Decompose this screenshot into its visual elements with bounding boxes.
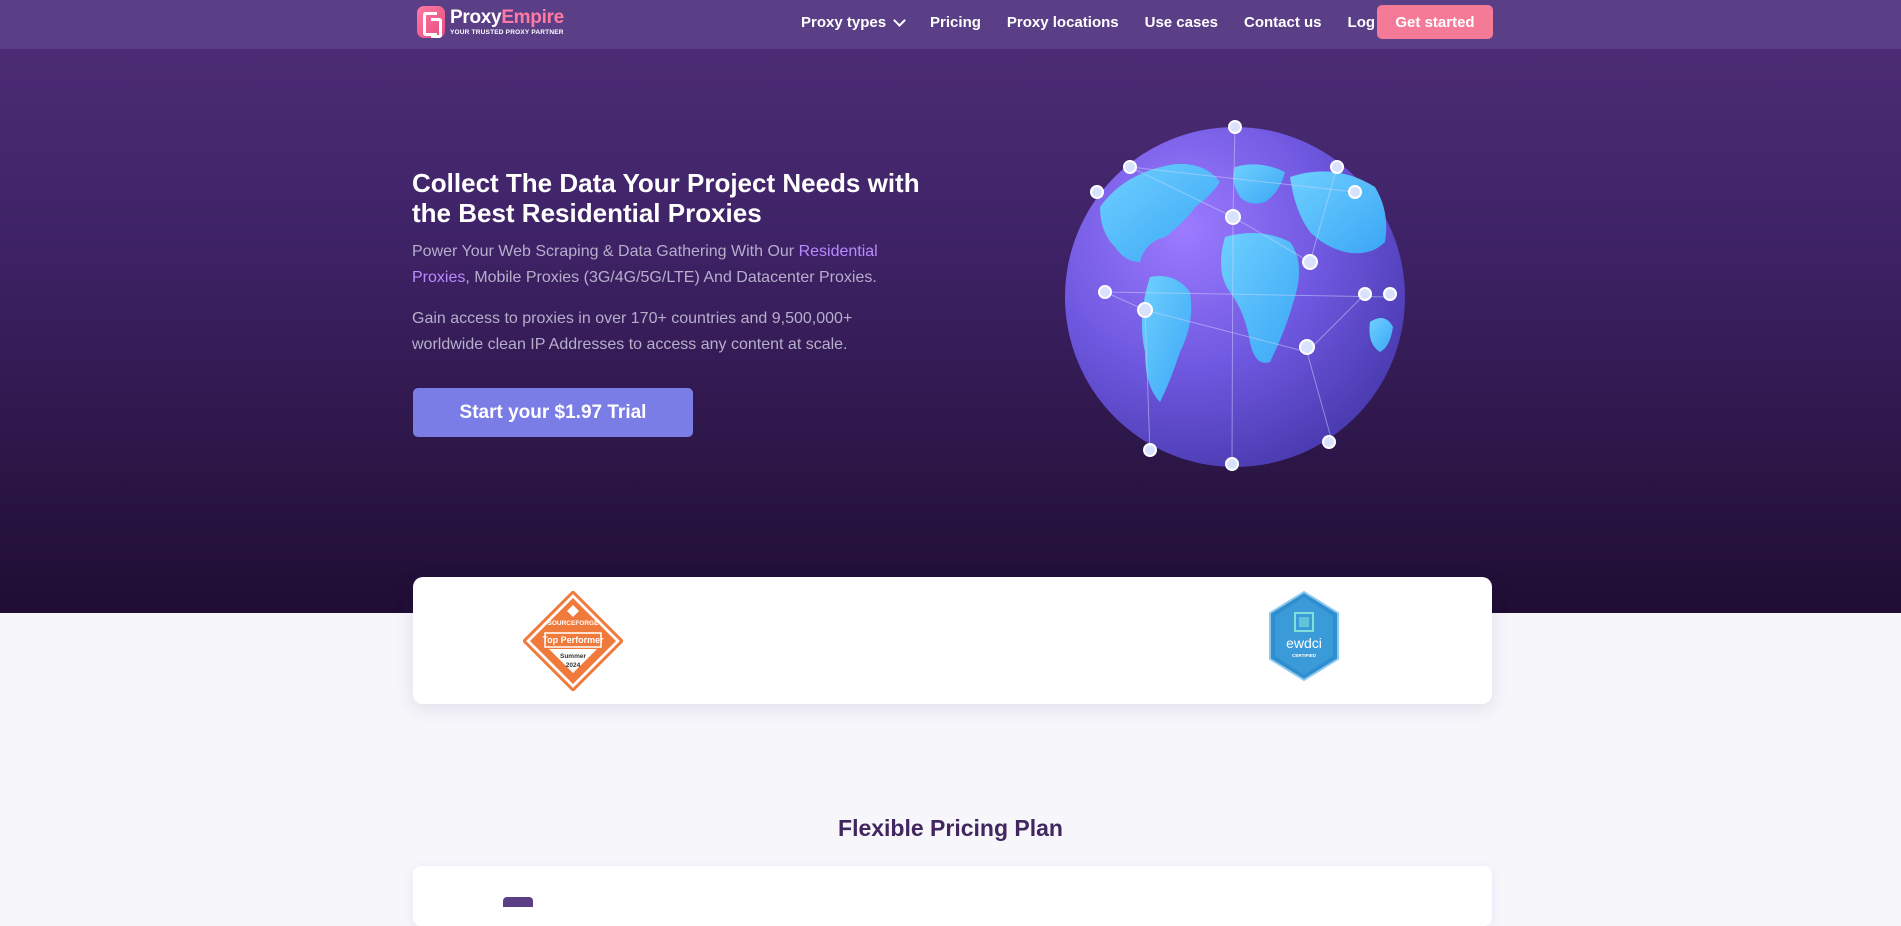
ewdci-name: ewdci [1286, 635, 1322, 651]
nav-proxy-types[interactable]: Proxy types [801, 13, 906, 31]
hero-section: ProxyEmpire YOUR TRUSTED PROXY PARTNER P… [0, 0, 1901, 613]
ewdci-sub: CERTIFIED [1292, 653, 1317, 658]
logo-tagline: YOUR TRUSTED PROXY PARTNER [450, 28, 564, 36]
start-trial-button[interactable]: Start your $1.97 Trial [413, 388, 693, 437]
nav-use-cases[interactable]: Use cases [1145, 14, 1218, 31]
nav-proxy-locations[interactable]: Proxy locations [1007, 14, 1119, 31]
nav-links: Proxy types Pricing Proxy locations Use … [801, 0, 1419, 44]
logo-name-part2: Empire [501, 6, 564, 28]
hero-subtitle: Power Your Web Scraping & Data Gathering… [412, 243, 878, 286]
logo[interactable]: ProxyEmpire YOUR TRUSTED PROXY PARTNER [417, 5, 564, 39]
get-started-button[interactable]: Get started [1377, 5, 1493, 39]
globe-illustration [1065, 120, 1405, 471]
logo-icon [417, 6, 445, 38]
sf-year: 2024 [566, 662, 581, 669]
pricing-title: Flexible Pricing Plan [838, 815, 1063, 841]
badges-card: SOURCEFORGE Top Performer Summer 2024 ew… [413, 577, 1492, 704]
plan-icon [503, 897, 533, 907]
sf-brand: SOURCEFORGE [548, 620, 600, 627]
nav-pricing[interactable]: Pricing [930, 14, 981, 31]
sf-season: Summer [560, 653, 586, 660]
chevron-down-icon [893, 13, 906, 27]
pricing-card [413, 866, 1492, 926]
hero-subtitle-2: Gain access to proxies in over 170+ coun… [412, 310, 853, 353]
sf-title: Top Performer [542, 635, 604, 645]
nav-contact-us[interactable]: Contact us [1244, 14, 1322, 31]
top-navbar: ProxyEmpire YOUR TRUSTED PROXY PARTNER P… [0, 0, 1901, 49]
logo-name-part1: Proxy [450, 6, 502, 28]
ewdci-badge: ewdci CERTIFIED [1269, 591, 1339, 681]
sourceforge-badge: SOURCEFORGE Top Performer Summer 2024 [523, 591, 623, 691]
hero-title: Collect The Data Your Project Needs with… [412, 168, 920, 228]
